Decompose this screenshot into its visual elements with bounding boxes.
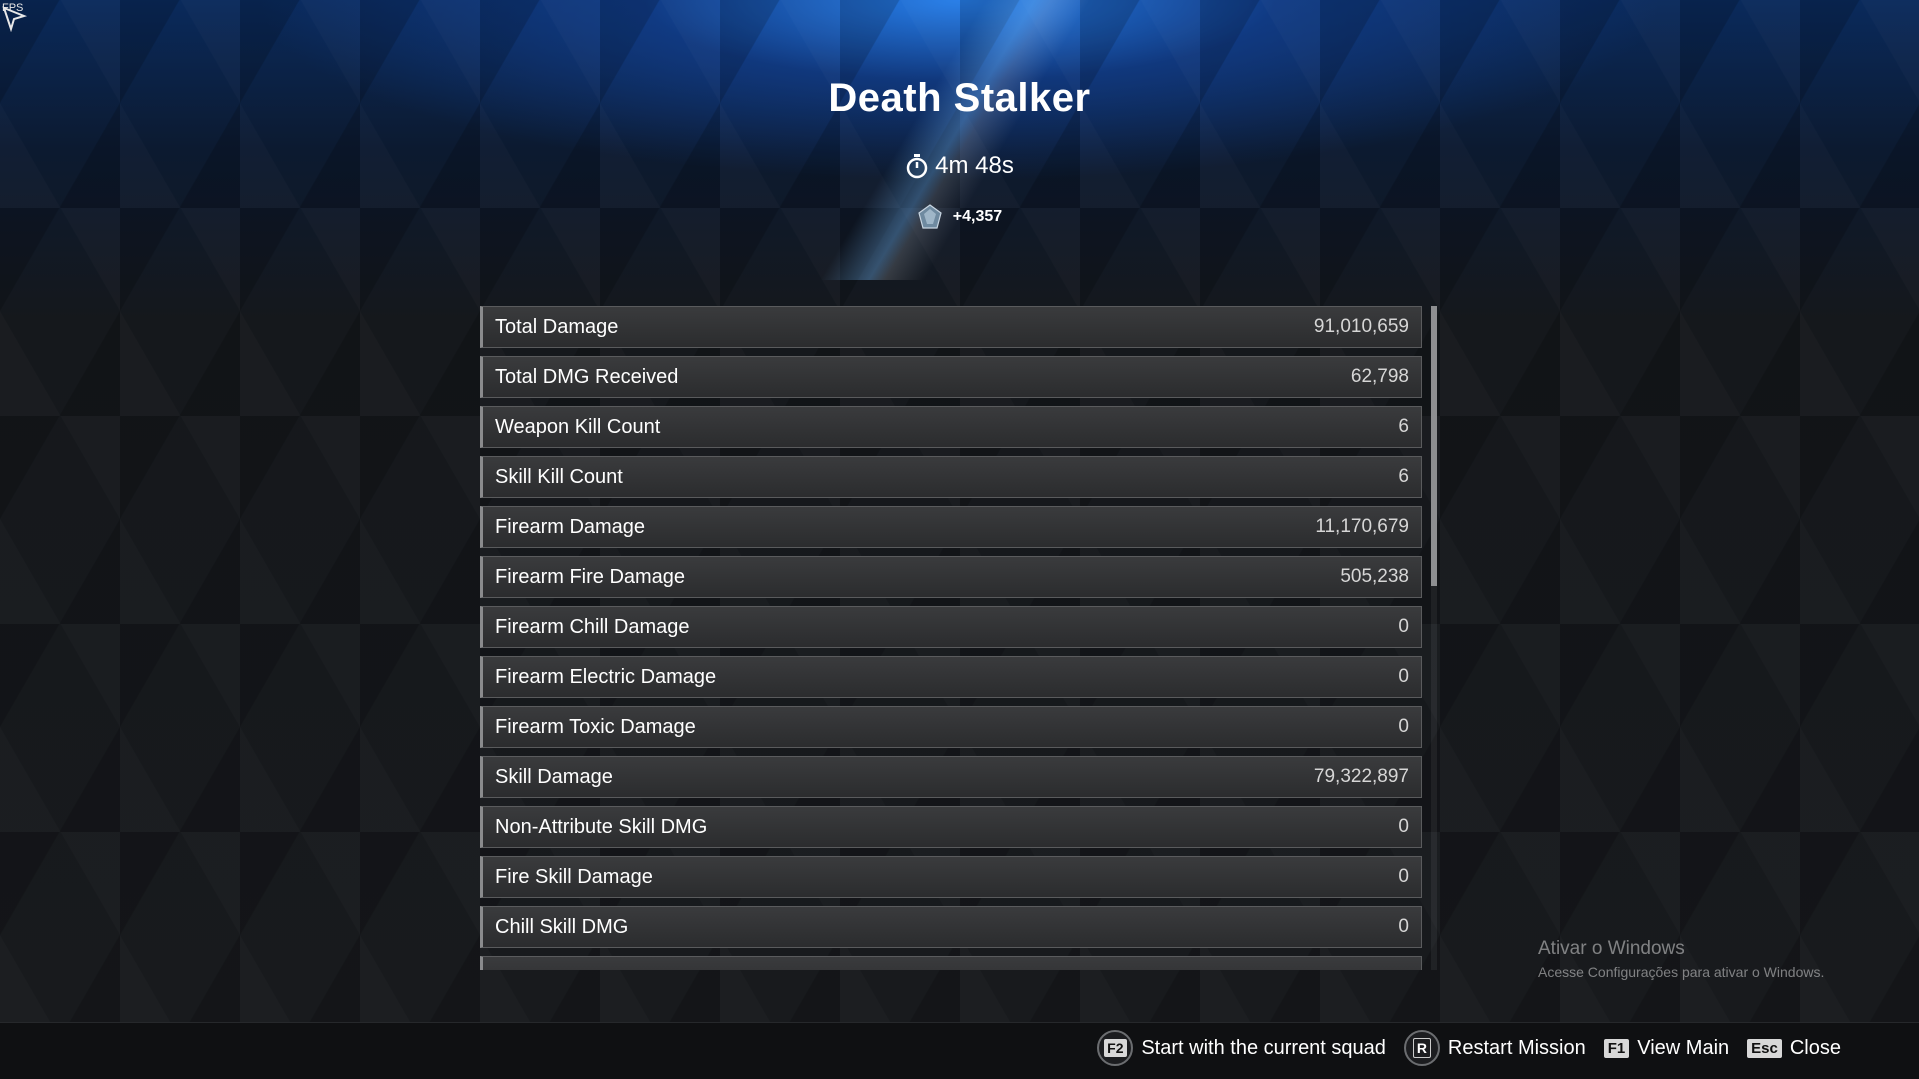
- stat-label: Non-Attribute Skill DMG: [495, 815, 708, 838]
- f1-key-icon: F1: [1603, 1038, 1630, 1058]
- stats-scrollbar[interactable]: [1431, 306, 1437, 970]
- stat-label: Firearm Electric Damage: [495, 665, 717, 688]
- stat-row: Skill Kill Count 6: [480, 456, 1422, 498]
- stat-row: [480, 956, 1422, 970]
- stat-value: 6: [1398, 466, 1409, 487]
- fps-overlay: FPS: [2, 2, 28, 32]
- stat-label: Total DMG Received: [495, 365, 679, 388]
- stat-row: Non-Attribute Skill DMG 0: [480, 806, 1422, 848]
- scrollbar-thumb[interactable]: [1431, 306, 1437, 586]
- stat-value: 0: [1398, 716, 1409, 737]
- stat-value: 62,798: [1350, 366, 1409, 387]
- timer-value: 4m 48s: [935, 152, 1014, 179]
- stats-list[interactable]: Total Damage 91,010,659 Total DMG Received…: [480, 306, 1422, 970]
- stat-value: 11,170,679: [1315, 516, 1409, 537]
- mission-reward: +4,357: [0, 204, 1919, 230]
- start-key-label: F2: [1104, 1039, 1127, 1057]
- stat-label: Firearm Chill Damage: [495, 615, 690, 638]
- stat-label: Firearm Toxic Damage: [495, 715, 696, 738]
- stat-value: 0: [1398, 916, 1409, 937]
- start-with-squad-button[interactable]: F2 Start with the current squad: [1097, 1030, 1386, 1066]
- light-beam-decoration: [808, 0, 1152, 280]
- mission-title: Death Stalker: [828, 76, 1091, 120]
- stat-value: 0: [1398, 616, 1409, 637]
- watermark-subtitle: Acesse Configurações para ativar o Windo…: [1538, 964, 1825, 980]
- stat-value: 0: [1398, 816, 1409, 837]
- stat-row: Total DMG Received 62,798: [480, 356, 1422, 398]
- f2-key-icon: F2: [1097, 1030, 1134, 1066]
- stat-row: Chill Skill DMG 0: [480, 906, 1422, 948]
- close-button[interactable]: Esc Close: [1747, 1037, 1841, 1060]
- close-label: Close: [1789, 1036, 1841, 1059]
- stat-row: Weapon Kill Count 6: [480, 406, 1422, 448]
- stat-row: Firearm Toxic Damage 0: [480, 706, 1422, 748]
- stat-value: 79,322,897: [1313, 766, 1409, 787]
- view-main-label: View Main: [1637, 1036, 1730, 1059]
- start-label: Start with the current squad: [1141, 1036, 1386, 1059]
- stat-row: Firearm Fire Damage 505,238: [480, 556, 1422, 598]
- stat-value: 0: [1398, 866, 1409, 887]
- stat-row: Firearm Electric Damage 0: [480, 656, 1422, 698]
- arrow-cursor-icon: [2, 6, 28, 32]
- reward-value: +4,357: [952, 208, 1003, 225]
- stat-value: 0: [1398, 666, 1409, 687]
- stat-label: Skill Kill Count: [495, 465, 623, 488]
- stat-value: 505,238: [1340, 566, 1409, 587]
- stat-label: Total Damage: [495, 315, 619, 338]
- restart-key-label: R: [1412, 1038, 1431, 1058]
- windows-activation-watermark: Ativar o Windows Acesse Configurações pa…: [1538, 938, 1824, 980]
- stat-row: Fire Skill Damage 0: [480, 856, 1422, 898]
- stat-label: Firearm Fire Damage: [495, 565, 686, 588]
- stat-label: Chill Skill DMG: [495, 915, 629, 938]
- restart-label: Restart Mission: [1447, 1036, 1586, 1059]
- mission-result-screen: FPS Death Stalker 4m 48s +4,357 Total Da…: [0, 0, 1919, 1079]
- action-buttons: F2 Start with the current squad R Restar…: [1097, 1030, 1841, 1066]
- mission-timer: 4m 48s: [0, 152, 1919, 180]
- r-key-icon: R: [1403, 1030, 1440, 1066]
- stat-label: Weapon Kill Count: [495, 415, 661, 438]
- stat-row: Firearm Chill Damage 0: [480, 606, 1422, 648]
- stat-row: Firearm Damage 11,170,679: [480, 506, 1422, 548]
- stat-label: Firearm Damage: [495, 515, 646, 538]
- restart-mission-button[interactable]: R Restart Mission: [1403, 1030, 1586, 1066]
- esc-key-icon: Esc: [1747, 1038, 1782, 1058]
- stat-label: Skill Damage: [495, 765, 613, 788]
- stat-row: Total Damage 91,010,659: [480, 306, 1422, 348]
- stat-value: 91,010,659: [1313, 316, 1409, 337]
- stat-value: 6: [1398, 416, 1409, 437]
- watermark-title: Ativar o Windows: [1538, 938, 1685, 959]
- stopwatch-icon: [906, 154, 928, 179]
- stat-label: Fire Skill Damage: [495, 865, 653, 888]
- crystal-reward-icon: [918, 204, 942, 229]
- stat-row: Skill Damage 79,322,897: [480, 756, 1422, 798]
- view-main-button[interactable]: F1 View Main: [1603, 1036, 1730, 1060]
